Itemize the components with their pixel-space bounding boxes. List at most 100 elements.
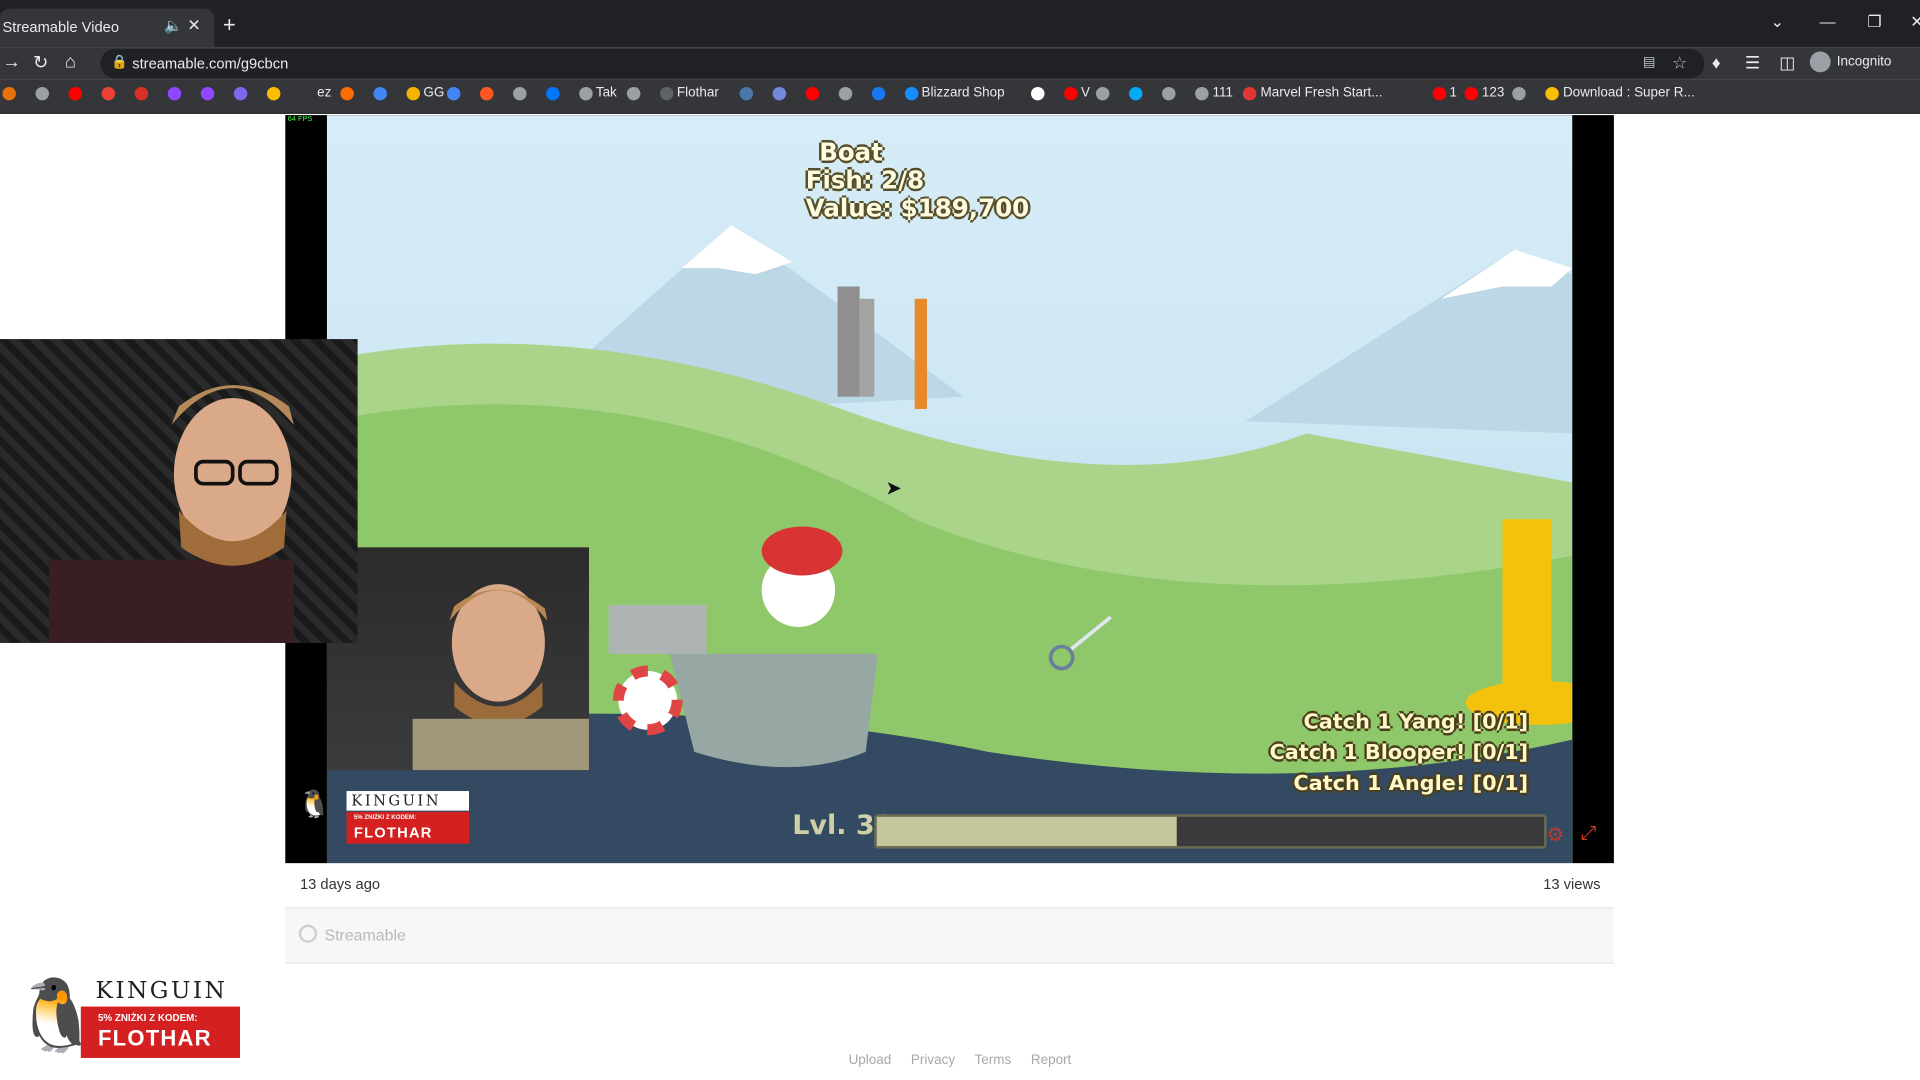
quest-1: Catch 1 Yang! [0/1] — [1303, 710, 1529, 735]
bookmark-item[interactable] — [1162, 86, 1179, 106]
forward-icon[interactable]: → — [2, 51, 20, 72]
bookmark-favicon-icon — [1063, 86, 1078, 100]
window-close-icon[interactable]: ✕ — [1910, 12, 1920, 32]
bookmark-label: V — [1080, 85, 1090, 101]
bookmark-item[interactable]: Download : Super R... — [1545, 85, 1695, 106]
incognito-profile[interactable]: Incognito — [1809, 51, 1892, 75]
bookmark-item[interactable] — [805, 86, 822, 106]
bookmark-item[interactable]: Tak — [578, 86, 617, 106]
bookmark-item[interactable] — [479, 86, 497, 106]
bookmark-item[interactable]: Blizzard Shop — [904, 86, 1005, 106]
bookmark-item[interactable] — [373, 86, 390, 106]
footer-link-terms[interactable]: Terms — [975, 1053, 1012, 1068]
bookmark-item[interactable] — [772, 86, 789, 106]
bookmark-item[interactable] — [340, 86, 357, 106]
bookmark-favicon-icon — [134, 86, 149, 100]
close-icon[interactable]: ✕ — [187, 16, 200, 36]
bookmark-item[interactable] — [739, 86, 756, 106]
in-video-webcam — [326, 547, 589, 771]
hud-fish-count: Fish: 2/8 — [805, 165, 925, 195]
bookmark-favicon-icon — [1243, 86, 1257, 100]
bookmark-item[interactable]: 123 — [1464, 86, 1504, 106]
browser-tab[interactable]: Streamable Video 🔈 ✕ — [0, 8, 215, 48]
bookmark-item[interactable] — [545, 86, 563, 106]
bookmark-item[interactable] — [101, 86, 119, 106]
bookmark-favicon-icon — [512, 86, 527, 100]
bookmark-favicon-icon — [1512, 86, 1527, 100]
minimize-icon[interactable]: — — [1820, 12, 1836, 30]
bookmark-item[interactable] — [167, 86, 185, 106]
speaker-icon[interactable]: 🔈 — [164, 17, 182, 34]
address-bar[interactable]: 🔒 streamable.com/g9cbcn ▤ ☆ — [100, 48, 1705, 79]
bookmark-item[interactable] — [134, 86, 152, 106]
bookmark-item[interactable] — [871, 86, 888, 106]
bookmark-favicon-icon — [1464, 86, 1479, 100]
bookmark-item[interactable] — [200, 86, 218, 106]
bookmark-item[interactable]: V — [1063, 85, 1090, 106]
tab-strip: Streamable Video 🔈 ✕ + ⌄ — ❐ ✕ — [0, 0, 1920, 48]
bookmark-favicon-icon — [479, 86, 493, 100]
bookmark-item[interactable]: Flothar — [659, 86, 719, 106]
home-icon[interactable]: ⌂ — [65, 51, 76, 72]
video-player[interactable]: 64 FPS Boat Fish: 2/8 Value: $189,700 Ca… — [285, 115, 1614, 864]
bookmark-favicon-icon — [167, 86, 182, 100]
bookmark-item[interactable]: GG — [406, 86, 444, 106]
bookmark-item[interactable] — [35, 86, 53, 106]
bookmark-item[interactable] — [838, 86, 855, 106]
reading-list-icon[interactable]: ☰ — [1745, 53, 1760, 74]
footer-link-privacy[interactable]: Privacy — [911, 1053, 955, 1068]
bookmark-item[interactable] — [626, 86, 644, 106]
bookmark-star-icon[interactable]: ☆ — [1672, 53, 1687, 74]
bookmark-item[interactable] — [2, 86, 19, 106]
bookmark-item[interactable] — [266, 86, 284, 106]
lock-icon[interactable]: 🔒 — [111, 54, 128, 70]
bookmark-favicon-icon — [1162, 86, 1176, 100]
bookmarks-bar: ez GG Tak Flothar Blizzard Shop V 111 Marvel Fr… — [0, 79, 1920, 114]
kinguin-brand-small: KINGUIN — [351, 792, 442, 810]
toolbar: → ↻ ⌂ 🔒 streamable.com/g9cbcn ▤ ☆ ♦ ☰ ◫ … — [0, 47, 1920, 80]
settings-gear-icon[interactable]: ⚙ — [1547, 823, 1565, 847]
provider-name[interactable]: Streamable — [324, 926, 405, 944]
bookmark-item[interactable]: 111 — [1195, 86, 1233, 106]
quest-2: Catch 1 Blooper! [0/1] — [1269, 740, 1529, 766]
bookmark-item[interactable] — [1512, 86, 1530, 106]
url-text[interactable]: streamable.com/g9cbcn — [132, 55, 288, 72]
bookmark-favicon-icon — [626, 86, 641, 100]
bookmark-item[interactable] — [1096, 86, 1113, 106]
extensions-icon[interactable]: ♦ — [1712, 53, 1721, 73]
penguin-logo-icon: 🐧 — [297, 788, 332, 820]
footer-link-report[interactable]: Report — [1031, 1053, 1071, 1068]
bookmark-item[interactable] — [68, 86, 86, 106]
bookmark-item[interactable] — [446, 86, 463, 106]
streamable-logo-icon[interactable] — [298, 924, 318, 943]
quest-3: Catch 1 Angle! [0/1] — [1293, 771, 1529, 796]
bookmark-favicon-icon — [2, 86, 16, 100]
fullscreen-icon[interactable]: ⤢ — [1581, 823, 1597, 845]
bookmark-favicon-icon — [68, 86, 83, 100]
bookmark-item[interactable] — [1030, 86, 1048, 106]
new-tab-icon[interactable]: + — [223, 12, 236, 38]
side-panel-icon[interactable]: ◫ — [1779, 53, 1795, 74]
kinguin-badge: 🐧 KINGUIN 5% ZNIŻKI Z KODEM: FLOTHAR — [10, 962, 243, 1077]
bookmark-item[interactable] — [512, 86, 530, 106]
kinguin-brand: KINGUIN — [95, 977, 228, 1005]
posted-ago: 13 days ago — [300, 875, 381, 893]
bookmark-item[interactable]: ez — [300, 86, 331, 106]
bookmark-favicon-icon — [1129, 86, 1143, 100]
xp-progress-fill — [876, 816, 1178, 847]
bookmark-label: Download : Super R... — [1562, 85, 1695, 101]
reload-icon[interactable]: ↻ — [33, 51, 48, 74]
bookmark-item[interactable] — [1129, 86, 1146, 106]
bookmark-favicon-icon — [1432, 86, 1446, 100]
bookmark-label: 111 — [1212, 85, 1233, 101]
restore-icon[interactable]: ❐ — [1867, 12, 1881, 32]
bookmark-item[interactable]: 1 — [1432, 86, 1457, 106]
bookmark-item[interactable] — [233, 86, 251, 106]
bookmark-favicon-icon — [871, 86, 885, 100]
profile-label: Incognito — [1836, 54, 1892, 70]
tab-search-icon[interactable]: ⌄ — [1771, 12, 1784, 32]
bookmark-item[interactable]: Marvel Fresh Start... — [1243, 86, 1382, 106]
footer-link-upload[interactable]: Upload — [849, 1053, 892, 1068]
bookmark-favicon-icon — [1195, 86, 1209, 100]
translate-icon[interactable]: ▤ — [1643, 54, 1656, 70]
